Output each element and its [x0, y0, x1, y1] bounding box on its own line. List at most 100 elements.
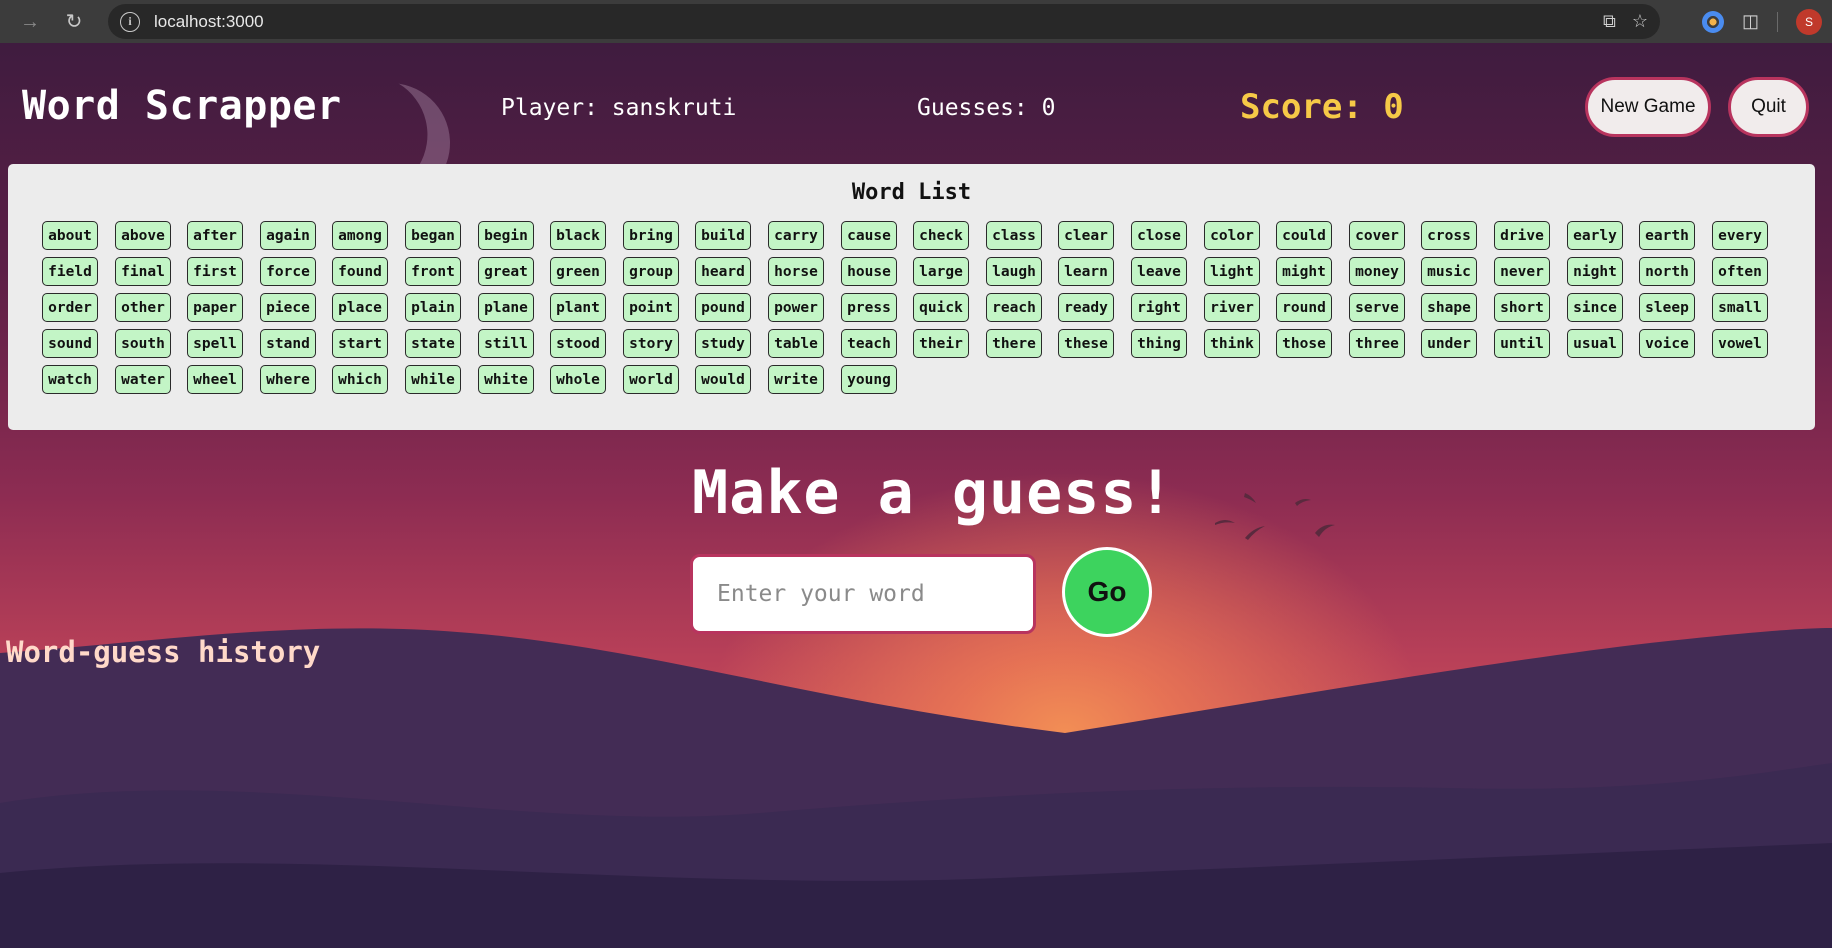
open-in-app-icon[interactable]: ⧉	[1603, 11, 1616, 32]
url-text[interactable]: localhost:3000	[154, 12, 264, 32]
word-chip: class	[986, 221, 1042, 250]
word-chip: about	[42, 221, 98, 250]
word-chip: north	[1639, 257, 1695, 286]
word-chip: right	[1131, 293, 1187, 322]
word-chip: group	[623, 257, 679, 286]
word-chip: write	[768, 365, 824, 394]
word-chip: again	[260, 221, 316, 250]
word-chip: place	[332, 293, 388, 322]
word-chip: first	[187, 257, 243, 286]
word-chip: point	[623, 293, 679, 322]
word-chip: until	[1494, 329, 1550, 358]
word-chip: would	[695, 365, 751, 394]
word-chip: earth	[1639, 221, 1695, 250]
word-chip: sound	[42, 329, 98, 358]
word-chip: quick	[913, 293, 969, 322]
word-chip: short	[1494, 293, 1550, 322]
word-chip: teach	[841, 329, 897, 358]
word-chip: often	[1712, 257, 1768, 286]
word-chip: still	[478, 329, 534, 358]
word-chip: among	[332, 221, 388, 250]
word-chip: color	[1204, 221, 1260, 250]
word-chip: state	[405, 329, 461, 358]
word-chip: cover	[1349, 221, 1405, 250]
word-chip: green	[550, 257, 606, 286]
word-chip: drive	[1494, 221, 1550, 250]
word-chip: other	[115, 293, 171, 322]
word-chip: check	[913, 221, 969, 250]
word-chip: world	[623, 365, 679, 394]
word-chip: piece	[260, 293, 316, 322]
word-chip: whole	[550, 365, 606, 394]
go-button[interactable]: Go	[1062, 547, 1152, 637]
word-chip: ready	[1058, 293, 1114, 322]
word-chip: power	[768, 293, 824, 322]
word-chip: under	[1421, 329, 1477, 358]
word-chip: horse	[768, 257, 824, 286]
word-chip: think	[1204, 329, 1260, 358]
word-chip: while	[405, 365, 461, 394]
toolbar-divider	[1777, 11, 1778, 32]
word-list-panel: Word List about above after again among began…	[8, 164, 1815, 430]
word-chip: start	[332, 329, 388, 358]
word-chip: usual	[1567, 329, 1623, 358]
word-chip: spell	[187, 329, 243, 358]
word-chip: close	[1131, 221, 1187, 250]
new-game-button[interactable]: New Game	[1585, 77, 1711, 137]
word-chip: might	[1276, 257, 1332, 286]
word-chip: plant	[550, 293, 606, 322]
site-info-icon[interactable]: i	[120, 11, 140, 32]
word-chip: great	[478, 257, 534, 286]
word-chip: press	[841, 293, 897, 322]
word-chip: thing	[1131, 329, 1187, 358]
word-chip: build	[695, 221, 751, 250]
word-chip: above	[115, 221, 171, 250]
word-chip: table	[768, 329, 824, 358]
bookmark-star-icon[interactable]: ☆	[1632, 11, 1648, 32]
quit-button[interactable]: Quit	[1728, 77, 1809, 137]
profile-avatar[interactable]: S	[1796, 8, 1822, 35]
word-chip: round	[1276, 293, 1332, 322]
word-chip: those	[1276, 329, 1332, 358]
word-chip: light	[1204, 257, 1260, 286]
word-chip: story	[623, 329, 679, 358]
word-chip: vowel	[1712, 329, 1768, 358]
word-chip: learn	[1058, 257, 1114, 286]
word-chip: house	[841, 257, 897, 286]
word-chip: heard	[695, 257, 751, 286]
guess-heading: Make a guess!	[692, 458, 1175, 528]
forward-icon[interactable]: →	[15, 7, 45, 37]
word-chip: large	[913, 257, 969, 286]
word-guess-input[interactable]	[690, 554, 1036, 634]
reload-icon[interactable]: ↻	[59, 7, 89, 37]
guess-count: Guesses: 0	[917, 95, 1056, 121]
word-chip: reach	[986, 293, 1042, 322]
word-chip: cause	[841, 221, 897, 250]
word-chip: watch	[42, 365, 98, 394]
word-chip: voice	[1639, 329, 1695, 358]
word-chip: shape	[1421, 293, 1477, 322]
app-title: Word Scrapper	[22, 83, 342, 129]
history-title: Word-guess history	[6, 635, 321, 669]
word-chip: stand	[260, 329, 316, 358]
puzzle-extensions-icon[interactable]: ◫	[1742, 11, 1759, 32]
word-chip: found	[332, 257, 388, 286]
word-chip: front	[405, 257, 461, 286]
word-chip: young	[841, 365, 897, 394]
word-chip: pound	[695, 293, 751, 322]
game-page: Word Scrapper Player: sanskruti Guesses:…	[0, 43, 1832, 948]
extension-icon[interactable]	[1701, 10, 1724, 33]
word-chip: laugh	[986, 257, 1042, 286]
address-bar[interactable]: i localhost:3000 ⧉ ☆	[108, 4, 1660, 39]
word-chip: final	[115, 257, 171, 286]
word-chip: serve	[1349, 293, 1405, 322]
word-chip: plane	[478, 293, 534, 322]
word-chip: night	[1567, 257, 1623, 286]
birds-decoration	[1215, 493, 1335, 540]
word-chip: order	[42, 293, 98, 322]
word-chip: river	[1204, 293, 1260, 322]
word-chip: paper	[187, 293, 243, 322]
word-chip: clear	[1058, 221, 1114, 250]
word-chip: their	[913, 329, 969, 358]
word-list-title: Word List	[851, 180, 972, 205]
